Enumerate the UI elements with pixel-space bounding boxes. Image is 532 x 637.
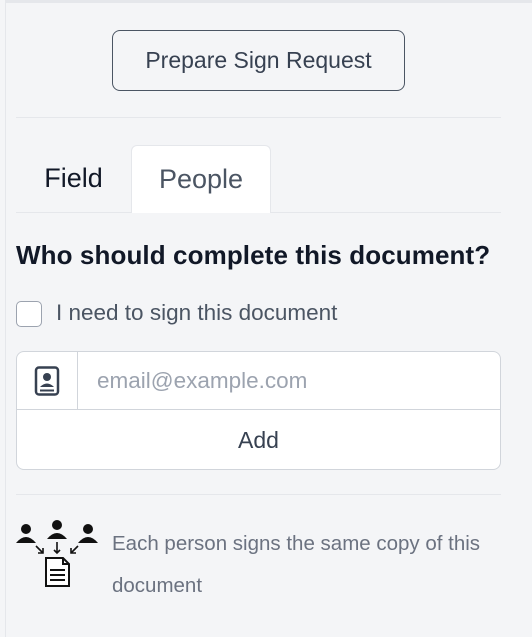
divider: [16, 494, 501, 495]
email-input[interactable]: [78, 352, 500, 409]
prepare-sign-request-button[interactable]: Prepare Sign Request: [112, 30, 405, 91]
self-sign-label[interactable]: I need to sign this document: [56, 300, 337, 326]
divider: [16, 117, 501, 118]
tab-people[interactable]: People: [131, 145, 271, 213]
info-text: Each person signs the same copy of this …: [112, 532, 481, 597]
left-panel-edge: [0, 0, 6, 637]
add-button[interactable]: Add: [17, 409, 500, 469]
self-sign-checkbox[interactable]: [16, 301, 42, 327]
tab-field[interactable]: Field: [16, 145, 131, 212]
tab-bar: Field People: [16, 145, 501, 213]
contact-book-icon[interactable]: [17, 352, 78, 409]
section-heading: Who should complete this document?: [16, 240, 491, 270]
people-signing-document-icon: [14, 520, 102, 595]
add-signer-form: Add: [16, 351, 501, 470]
top-border: [0, 0, 532, 3]
